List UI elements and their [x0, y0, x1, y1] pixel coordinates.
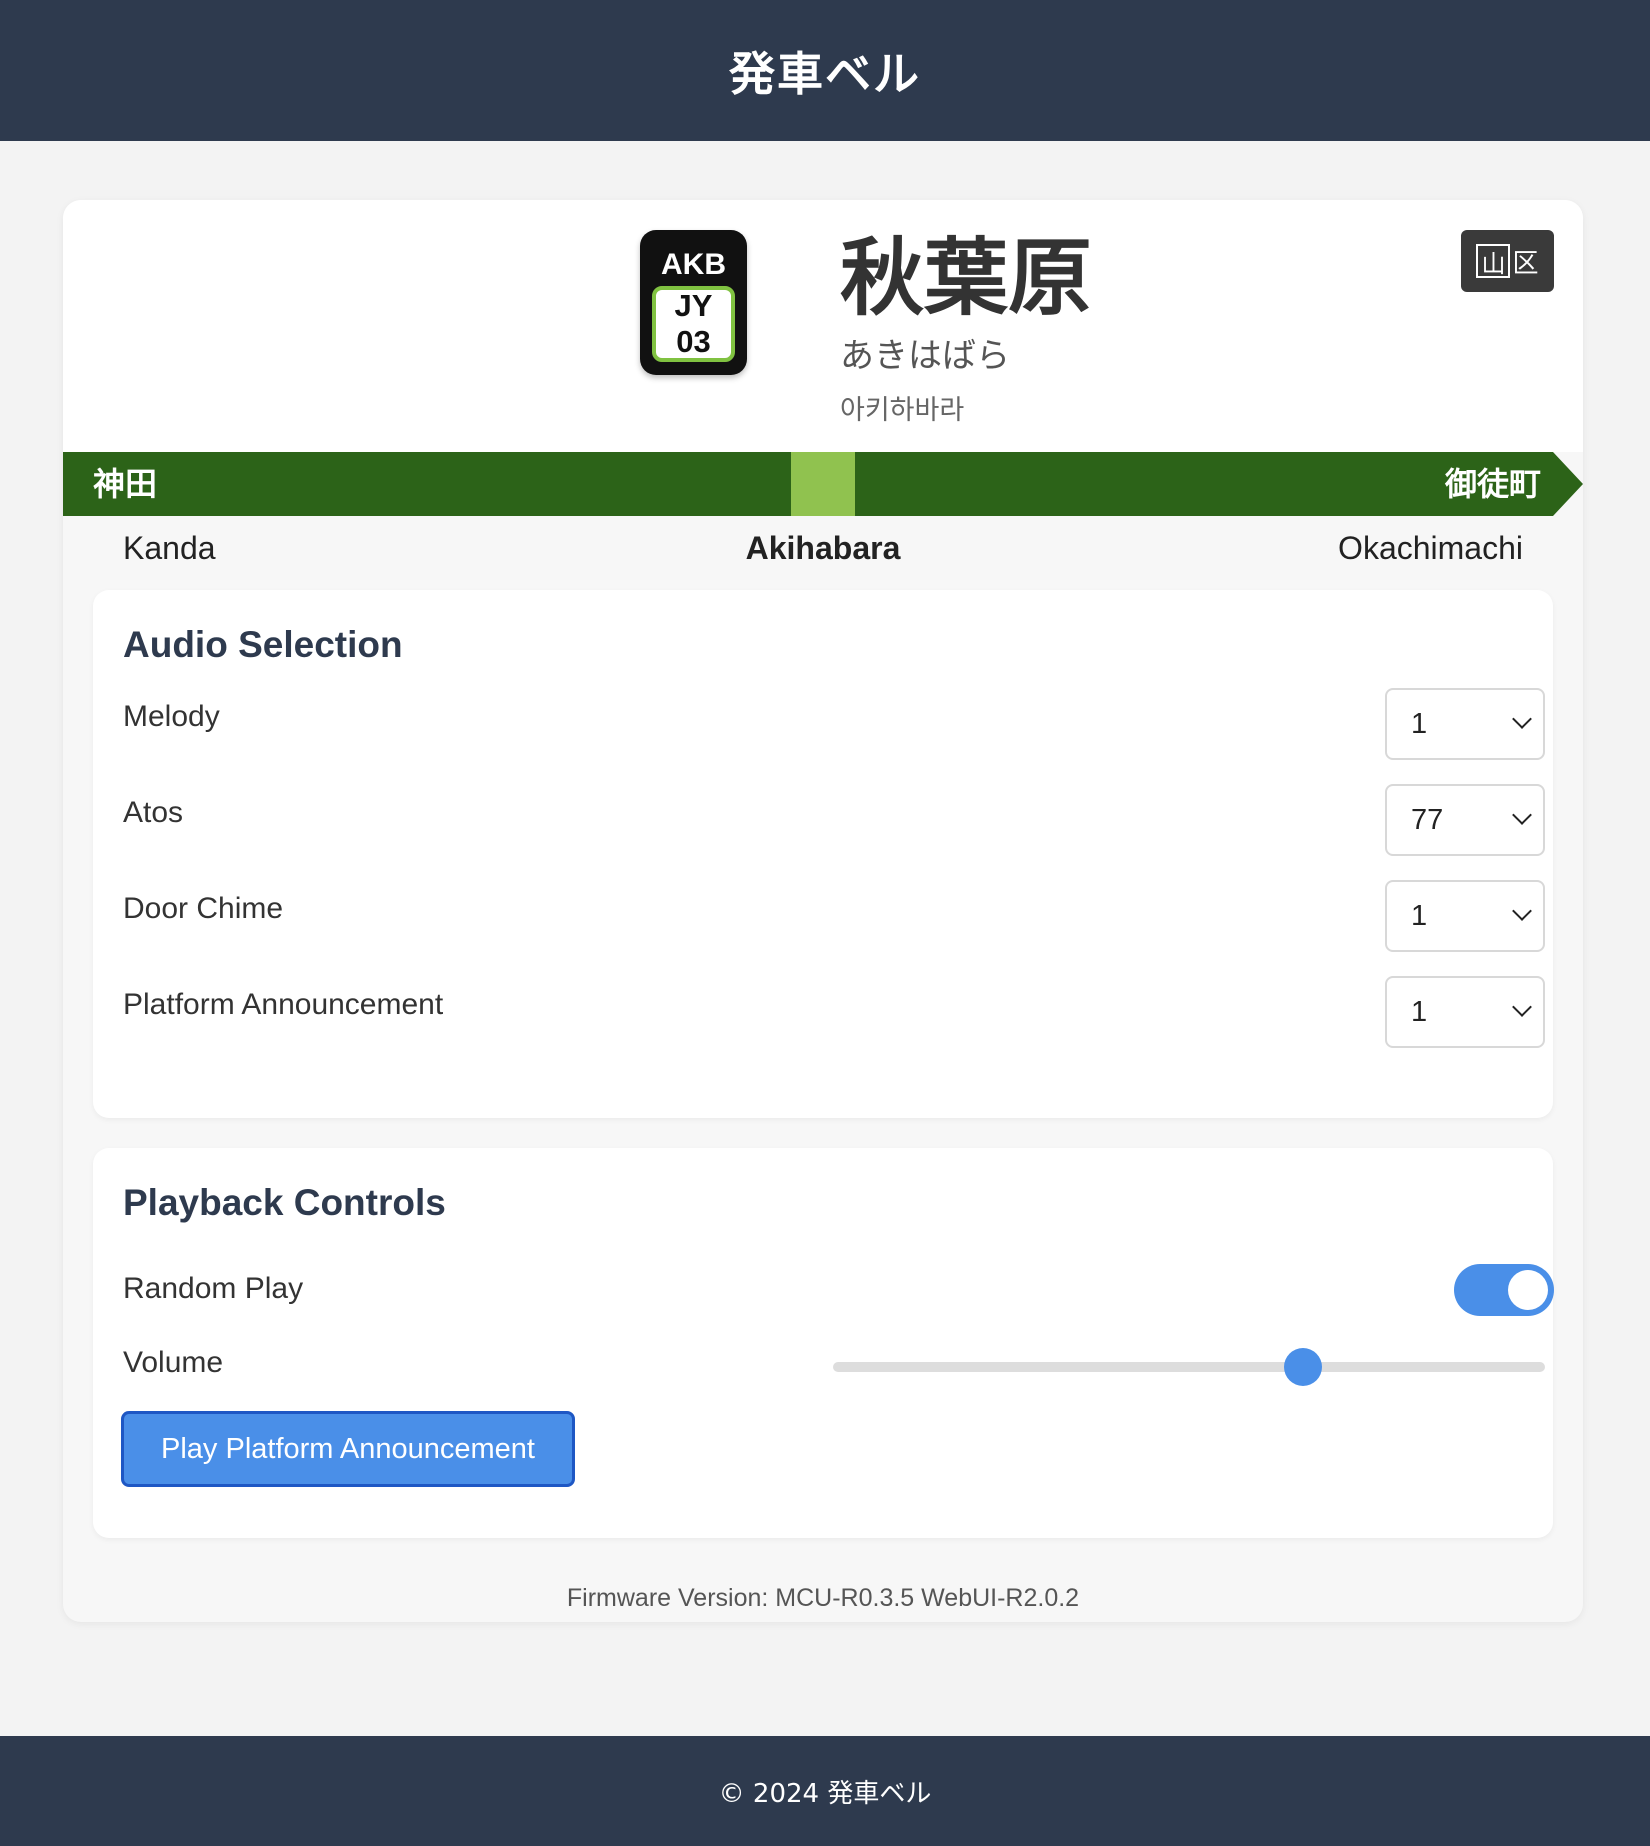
toggle-knob [1508, 1270, 1548, 1310]
app-header: 発車ベル [0, 0, 1650, 141]
chevron-down-icon [1512, 901, 1532, 921]
station-romaji-row: Kanda Akihabara Okachimachi [63, 530, 1583, 570]
station-info: AKB JY 03 秋葉原 あきはばら 아키하바라 山 区 [63, 200, 1583, 452]
current-station-marker [791, 452, 855, 516]
chevron-down-icon [1512, 805, 1532, 825]
atos-select[interactable]: 77 [1385, 784, 1545, 856]
atos-label: Atos [123, 796, 184, 829]
next-station-romaji: Okachimachi [1338, 530, 1523, 566]
station-number-box: JY 03 [652, 286, 735, 362]
ward-yama-mark: 山 [1476, 244, 1511, 278]
line-direction-arrow [1553, 452, 1583, 516]
station-number-badge: AKB JY 03 [640, 230, 747, 375]
volume-slider-thumb[interactable] [1283, 1348, 1322, 1386]
firmware-version: Firmware Version: MCU-R0.3.5 WebUI-R2.0.… [566, 1584, 1080, 1612]
volume-label: Volume [123, 1346, 224, 1379]
volume-slider[interactable] [833, 1348, 1545, 1386]
audio-selection-title: Audio Selection [123, 624, 403, 665]
random-play-label: Random Play [123, 1272, 304, 1305]
door-chime-label: Door Chime [123, 892, 284, 925]
melody-label: Melody [123, 700, 220, 733]
chevron-down-icon [1512, 997, 1532, 1017]
platform-announcement-label: Platform Announcement [123, 988, 444, 1021]
line-code: JY [674, 288, 713, 323]
station-number: 03 [676, 324, 711, 359]
playback-controls-panel: Playback Controls Random Play Volume Pla… [93, 1148, 1554, 1538]
station-korean: 아키하바라 [840, 395, 965, 426]
station-code: AKB [661, 248, 726, 281]
platform-announcement-select[interactable]: 1 [1385, 976, 1545, 1048]
random-play-toggle[interactable] [1454, 1264, 1554, 1316]
door-chime-select-value: 1 [1411, 899, 1428, 932]
station-name: 秋葉原 [840, 229, 1093, 327]
ward-ku-mark: 区 [1512, 248, 1539, 279]
app-title: 発車ベル [729, 46, 921, 101]
station-kana: あきはばら [840, 336, 1010, 376]
ward-badge: 山 区 [1461, 230, 1554, 292]
copyright-text: © 2024 発車ベル [718, 1778, 932, 1809]
app-footer: © 2024 発車ベル [0, 1736, 1650, 1846]
next-station-kanji: 御徒町 [1444, 465, 1541, 503]
platform-announcement-select-value: 1 [1411, 995, 1428, 1028]
door-chime-select[interactable]: 1 [1385, 880, 1545, 952]
atos-select-value: 77 [1411, 803, 1444, 836]
prev-station-kanji: 神田 [93, 465, 158, 503]
audio-selection-panel: Audio Selection Melody 1 Atos 77 Door Ch… [93, 590, 1553, 1118]
chevron-down-icon [1512, 709, 1532, 729]
melody-select-value: 1 [1411, 707, 1428, 740]
station-card: AKB JY 03 秋葉原 あきはばら 아키하바라 山 区 神田 御徒町 Kan… [63, 200, 1583, 1622]
play-platform-announcement-button[interactable]: Play Platform Announcement [121, 1411, 575, 1487]
playback-controls-title: Playback Controls [123, 1182, 446, 1223]
melody-select[interactable]: 1 [1385, 688, 1545, 760]
